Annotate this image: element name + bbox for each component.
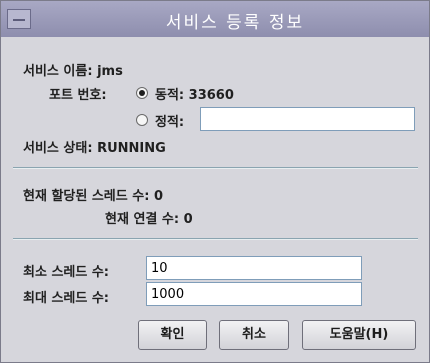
ok-button[interactable]: 확인 (138, 320, 207, 350)
allocated-threads-label: 현재 할당된 스레드 수: 0 (23, 185, 163, 204)
min-threads-label: 최소 스레드 수: (23, 265, 110, 280)
current-connections-label: 현재 연결 수: 0 (105, 208, 193, 227)
port-label: 포트 번호: (49, 88, 107, 103)
allocated-threads-value: 0 (153, 189, 163, 204)
service-name-label-text: 서비스 이름: (23, 64, 93, 79)
separator (13, 238, 418, 240)
service-state-label-text: 서비스 상태: (23, 141, 93, 156)
static-port-label: 정적: (155, 115, 185, 130)
service-properties-dialog: 서비스 등록 정보 서비스 이름: jms 포트 번호: 동적: 33660 정… (0, 0, 430, 363)
dynamic-port-radio[interactable] (136, 87, 148, 99)
dynamic-port-value: 33660 (188, 88, 234, 103)
dynamic-port-label: 동적: 33660 (155, 84, 234, 103)
static-port-input[interactable] (200, 107, 415, 131)
service-state-value: RUNNING (97, 141, 166, 156)
current-connections-value: 0 (183, 212, 193, 227)
title-bar[interactable]: 서비스 등록 정보 (1, 1, 429, 37)
window-menu-button[interactable] (7, 9, 31, 29)
min-threads-input[interactable] (146, 256, 362, 280)
static-port-radio[interactable] (136, 114, 148, 126)
current-connections-label-text: 현재 연결 수: (105, 212, 180, 227)
max-threads-label: 최대 스레드 수: (23, 291, 110, 306)
window-title: 서비스 등록 정보 (165, 13, 305, 33)
cancel-button[interactable]: 취소 (219, 320, 289, 350)
max-threads-input[interactable] (146, 282, 362, 306)
separator (13, 167, 418, 169)
help-button[interactable]: 도움말(H) (302, 320, 416, 350)
service-state-label: 서비스 상태: RUNNING (23, 137, 166, 156)
service-name-label: 서비스 이름: jms (23, 60, 123, 79)
service-name-value: jms (97, 64, 123, 79)
allocated-threads-label-text: 현재 할당된 스레드 수: (23, 189, 150, 204)
dynamic-port-label-text: 동적: (155, 88, 185, 103)
